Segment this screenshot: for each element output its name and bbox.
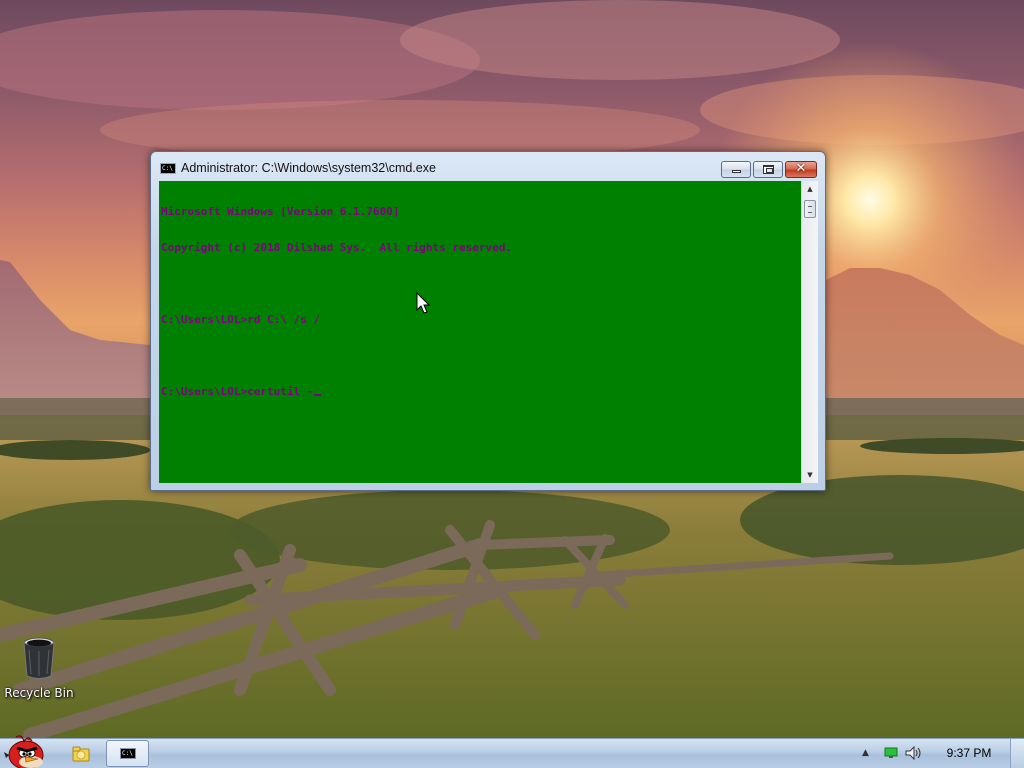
- maximize-button[interactable]: [753, 161, 783, 178]
- explorer-taskbar-button[interactable]: [62, 741, 98, 767]
- window-title: Administrator: C:\Windows\system32\cmd.e…: [181, 161, 436, 175]
- angry-bird-start-icon[interactable]: [2, 731, 50, 768]
- minimize-button[interactable]: [721, 161, 751, 178]
- recycle-bin-shortcut[interactable]: Recycle Bin: [4, 636, 74, 700]
- show-desktop-button[interactable]: [1010, 739, 1024, 768]
- desktop: Recycle Bin C:\ Administrator: C:\Window…: [0, 0, 1024, 768]
- recycle-bin-label: Recycle Bin: [4, 686, 74, 700]
- console-prompt-text: C:\Users\LOL>certutil -: [161, 385, 314, 398]
- volume-icon[interactable]: [905, 746, 923, 760]
- taskbar: C:\ ▲ 9:37 PM: [0, 735, 1024, 768]
- cmd-taskbar-button[interactable]: C:\: [106, 740, 149, 767]
- network-icon[interactable]: [884, 747, 898, 759]
- close-button[interactable]: ✕: [785, 161, 817, 178]
- cmd-window[interactable]: C:\ Administrator: C:\Windows\system32\c…: [150, 151, 826, 491]
- console-line: C:\Users\LOL>rd C:\ /s /: [161, 313, 320, 326]
- text-cursor: [314, 394, 322, 396]
- console-line: Copyright (c) 2018 Dilshad Sys. All righ…: [161, 241, 512, 254]
- minimize-icon: [732, 170, 741, 173]
- console-output[interactable]: Microsoft Windows [Version 6.1.7600] Cop…: [159, 181, 801, 483]
- console-input-line[interactable]: C:\Users\LOL>certutil -: [161, 386, 799, 398]
- scrollbar-thumb[interactable]: [804, 200, 816, 218]
- cmd-icon[interactable]: C:\: [160, 163, 176, 174]
- scroll-down-arrow-icon[interactable]: ▼: [802, 467, 818, 483]
- console-line: Microsoft Windows [Version 6.1.7600]: [161, 205, 400, 218]
- show-hidden-icons-arrow-icon[interactable]: ▲: [862, 748, 872, 758]
- console-scrollbar[interactable]: ▲ ▼: [801, 181, 818, 483]
- cmd-icon: C:\: [120, 748, 136, 759]
- close-icon: ✕: [795, 161, 807, 176]
- window-titlebar[interactable]: C:\ Administrator: C:\Windows\system32\c…: [151, 152, 825, 180]
- recycle-bin-icon: [23, 637, 55, 679]
- mouse-pointer-icon: [416, 292, 430, 314]
- taskbar-clock[interactable]: 9:37 PM: [935, 746, 1003, 760]
- maximize-icon: [763, 165, 774, 174]
- scroll-up-arrow-icon[interactable]: ▲: [802, 181, 818, 197]
- explorer-icon: [72, 746, 90, 762]
